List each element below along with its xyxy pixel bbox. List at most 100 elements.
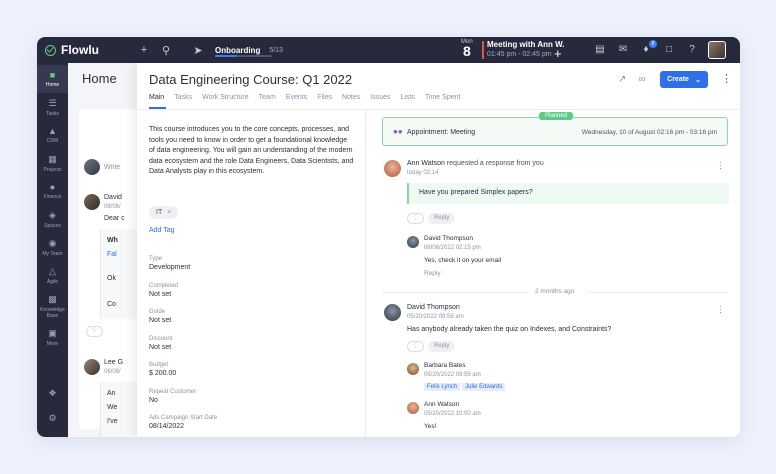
meeting-marker (482, 41, 484, 59)
bell-icon[interactable]: ♦ 8 (639, 40, 657, 57)
tab-files[interactable]: Files (317, 94, 332, 101)
sidebar-item-label: More (46, 341, 59, 347)
remove-tag-icon[interactable]: × (167, 209, 171, 216)
reply-link[interactable]: Reply (424, 270, 441, 277)
search-icon[interactable]: ⚲ (155, 44, 177, 57)
post-quote-line: Co (107, 301, 116, 308)
appointment-title: Appointment: Meeting (407, 129, 476, 136)
user-avatar[interactable] (708, 41, 726, 59)
divider-line (587, 292, 728, 293)
tab-notes[interactable]: Notes (342, 94, 360, 101)
meeting-time: 01:45 pm - 02:45 pm (487, 51, 552, 58)
message-text: Has anybody already taken the quiz on In… (407, 326, 612, 333)
field-value[interactable]: 08/14/2022 (149, 423, 217, 430)
chevron-down-icon: ⌄ (694, 76, 701, 84)
author-name[interactable]: Ann Watson (407, 160, 445, 167)
like-button[interactable]: ♡ (407, 213, 424, 224)
avatar (84, 159, 100, 175)
like-button[interactable]: ♡ (86, 326, 103, 337)
tab-issues[interactable]: Issues (370, 94, 390, 101)
avatar (407, 402, 419, 414)
date-number: 8 (462, 43, 471, 59)
tab-time-spent[interactable]: Time Spent (425, 94, 461, 101)
reply-author[interactable]: Barbara Bates (424, 362, 466, 369)
onboarding-progress-bar (215, 55, 272, 57)
sidebar-item-finance[interactable]: ● Finance (37, 182, 68, 200)
more-options-icon[interactable]: ⋮ (721, 72, 732, 85)
upcoming-meeting[interactable]: Meeting with Ann W. 01:45 pm - 02:45 pm (487, 40, 564, 58)
mail-icon[interactable]: ✉ (616, 43, 630, 57)
panel-tabs: Main Tasks Work Structure Team Events Fi… (149, 94, 460, 101)
sidebar-item-label: Home (45, 82, 60, 88)
create-button[interactable]: Create ⌄ (660, 71, 708, 88)
people-icon: ●● (393, 127, 403, 136)
sidebar-item-crm[interactable]: ▲ CRM (37, 126, 68, 144)
brand-name: Flowlu (61, 43, 99, 57)
reply-author[interactable]: Ann Watson (424, 401, 459, 408)
tab-main[interactable]: Main (149, 94, 164, 101)
like-button[interactable]: ♡ (407, 341, 424, 352)
activity-feed: Planned ●● Appointment: Meeting Wednesda… (367, 110, 740, 437)
tag-label: IT (156, 209, 163, 216)
chat-icon[interactable]: □ (662, 43, 676, 57)
post-text: Dear c (104, 215, 125, 222)
avatar (384, 160, 401, 177)
page-title: Home (82, 71, 117, 86)
field-label: Type (149, 256, 163, 262)
write-input[interactable]: Write (104, 164, 120, 171)
field-budget: Budget $ 200.00 (149, 362, 176, 377)
tasks-icon: ☰ (48, 98, 57, 108)
field-value[interactable]: Not set (149, 344, 172, 351)
message-author[interactable]: David Thompson (407, 304, 460, 311)
tag-chip[interactable]: IT × (149, 206, 179, 219)
field-value[interactable]: Development (149, 264, 190, 271)
tab-work-structure[interactable]: Work Structure (202, 94, 249, 101)
mention-chip[interactable]: Julie Edwards (462, 383, 506, 391)
field-type: Type Development (149, 256, 190, 271)
create-label: Create (667, 76, 689, 83)
agile-icon: △ (49, 266, 56, 276)
onboarding-count: 5/13 (269, 46, 283, 54)
notes-icon[interactable]: ▤ (593, 43, 607, 57)
tab-lists[interactable]: Lists (401, 94, 415, 101)
link-icon[interactable]: ∞ (638, 74, 645, 85)
tab-events[interactable]: Events (286, 94, 307, 101)
external-link-icon[interactable]: ↗ (618, 74, 626, 85)
avatar (84, 359, 100, 375)
sidebar-item-integrations[interactable]: ❖ (37, 388, 68, 401)
help-icon[interactable]: ? (685, 43, 699, 57)
field-value[interactable]: $ 200.00 (149, 370, 176, 377)
sidebar-item-my-team[interactable]: ◉ My Team (37, 238, 68, 257)
tab-tasks[interactable]: Tasks (174, 94, 192, 101)
field-value[interactable]: No (149, 397, 196, 404)
mention-chip[interactable]: Felix Lynch (424, 383, 461, 391)
field-repeat-customer: Repeat Customer No (149, 389, 196, 404)
sidebar-item-more[interactable]: ▣ More (37, 328, 68, 347)
sidebar-item-home[interactable]: ■ Home (37, 65, 68, 93)
calendar-date[interactable]: Mon 8 (461, 39, 473, 58)
sidebar-item-tasks[interactable]: ☰ Tasks (37, 98, 68, 117)
add-tag-link[interactable]: Add Tag (149, 227, 175, 234)
field-value[interactable]: Not set (149, 291, 178, 298)
appointment-card[interactable]: Planned ●● Appointment: Meeting Wednesda… (382, 112, 728, 146)
sidebar-item-agile[interactable]: △ Agile (37, 266, 68, 285)
sidebar-item-settings[interactable]: ⚙ (37, 413, 68, 426)
sidebar-item-label: Projects (43, 167, 62, 173)
status-badge: Planned (539, 112, 574, 120)
sidebar-item-label: My Team (42, 251, 63, 257)
sidebar-item-spaces[interactable]: ◈ Spaces (37, 210, 68, 229)
field-value[interactable]: Not set (149, 317, 171, 324)
field-completed: Completed Not set (149, 283, 178, 298)
sidebar-item-projects[interactable]: ▦ Projects (37, 154, 68, 173)
plus-icon[interactable]: + (133, 44, 155, 56)
reply-button[interactable]: Reply (428, 341, 456, 352)
message-question: Have you prepared Simplex papers? (407, 183, 729, 204)
add-event-icon[interactable]: + (554, 46, 562, 61)
tab-team[interactable]: Team (259, 94, 276, 101)
reply-button[interactable]: Reply (428, 213, 456, 224)
message-more-icon[interactable]: ⋮ (716, 160, 725, 171)
sidebar-item-knowledge-base[interactable]: ▩ Knowledge Base (37, 294, 68, 319)
brand-logo[interactable]: Flowlu (37, 43, 133, 57)
reply-author[interactable]: David Thompson (424, 235, 473, 242)
message-more-icon[interactable]: ⋮ (716, 304, 725, 315)
